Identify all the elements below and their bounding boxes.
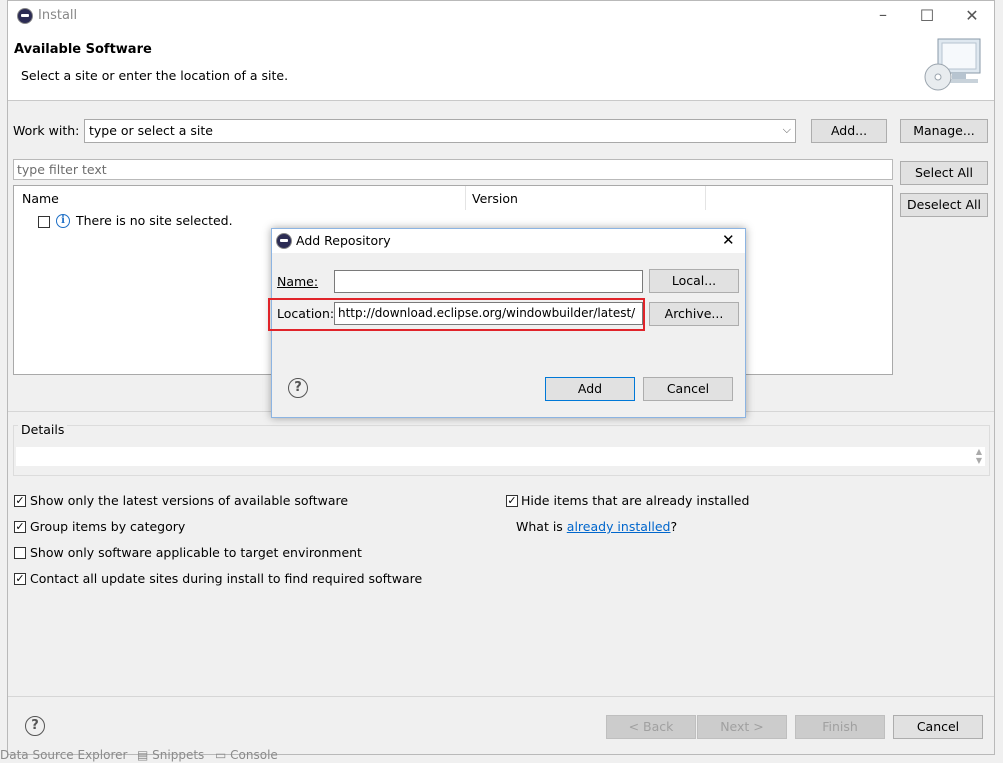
latest-versions-label: Show only the latest versions of availab…: [30, 493, 349, 508]
contact-sites-label: Contact all update sites during install …: [30, 571, 423, 586]
what-is-prefix: What is: [516, 519, 567, 534]
background-tab-data-source[interactable]: Data Source Explorer: [0, 748, 127, 762]
select-all-button[interactable]: Select All: [900, 161, 988, 185]
filter-input[interactable]: type filter text: [13, 159, 893, 180]
add-repository-dialog: Add Repository ✕ Name: Local... Location…: [268, 228, 746, 418]
work-with-label: Work with:: [13, 123, 80, 138]
column-header-name[interactable]: Name: [22, 191, 59, 206]
target-env-checkbox[interactable]: [14, 547, 26, 559]
what-is-suffix: ?: [670, 519, 678, 534]
dialog-close-icon[interactable]: ✕: [722, 231, 735, 249]
info-icon: i: [56, 214, 70, 228]
group-by-category-checkbox[interactable]: ✓: [14, 521, 26, 533]
eclipse-icon: [276, 233, 292, 249]
column-header-version[interactable]: Version: [472, 191, 518, 206]
back-button[interactable]: < Back: [606, 715, 696, 739]
hide-installed-checkbox[interactable]: ✓: [506, 495, 518, 507]
add-button[interactable]: Add: [545, 377, 635, 401]
details-text-area[interactable]: ▲ ▼: [16, 447, 985, 466]
dialog-title: Add Repository: [296, 233, 391, 248]
name-input[interactable]: [334, 270, 643, 293]
filter-placeholder: type filter text: [17, 162, 107, 177]
scroll-arrows-icon[interactable]: ▲ ▼: [976, 447, 982, 465]
work-with-value: type or select a site: [89, 123, 213, 138]
dialog-cancel-button[interactable]: Cancel: [643, 377, 733, 401]
chevron-down-icon[interactable]: ⌵: [783, 123, 791, 137]
finish-button[interactable]: Finish: [795, 715, 885, 739]
hide-installed-label: Hide items that are already installed: [521, 493, 750, 508]
details-label: Details: [18, 422, 68, 437]
latest-versions-checkbox[interactable]: ✓: [14, 495, 26, 507]
help-icon[interactable]: ?: [25, 716, 45, 736]
deselect-all-button[interactable]: Deselect All: [900, 193, 988, 217]
work-with-combo[interactable]: type or select a site ⌵: [84, 119, 796, 143]
archive-button[interactable]: Archive...: [649, 302, 739, 326]
next-button[interactable]: Next >: [697, 715, 787, 739]
local-button[interactable]: Local...: [649, 269, 739, 293]
target-env-label: Show only software applicable to target …: [30, 545, 362, 560]
dialog-title-bar: Add Repository ✕: [272, 229, 745, 253]
eclipse-icon: [17, 8, 33, 24]
add-site-button[interactable]: Add...: [811, 119, 887, 143]
minimize-button[interactable]: –: [868, 5, 898, 24]
column-divider: [465, 186, 466, 210]
location-value: http://download.eclipse.org/windowbuilde…: [338, 306, 636, 320]
background-tab-snippets[interactable]: ▤ Snippets: [137, 748, 204, 762]
close-button[interactable]: ✕: [957, 6, 987, 25]
window-title: Install: [38, 8, 78, 23]
wizard-header: Available Software Select a site or ente…: [8, 31, 994, 101]
page-title: Available Software: [14, 42, 152, 57]
manage-sites-button[interactable]: Manage...: [900, 119, 988, 143]
help-icon[interactable]: ?: [288, 378, 308, 398]
what-is-installed-text: What is already installed?: [516, 519, 677, 534]
location-label: Location:: [277, 306, 335, 321]
cancel-button[interactable]: Cancel: [893, 715, 983, 739]
name-label: Name:: [277, 274, 319, 289]
snippets-label: Snippets: [152, 748, 205, 762]
page-subtitle: Select a site or enter the location of a…: [21, 68, 289, 83]
group-by-category-label: Group items by category: [30, 519, 186, 534]
title-bar: Install – ☐ ✕: [8, 1, 994, 31]
console-label: Console: [230, 748, 278, 762]
table-row-label: There is no site selected.: [76, 213, 233, 228]
maximize-button[interactable]: ☐: [912, 6, 942, 25]
install-monitor-icon: [924, 38, 981, 91]
divider: [8, 696, 994, 697]
contact-sites-checkbox[interactable]: ✓: [14, 573, 26, 585]
already-installed-link[interactable]: already installed: [567, 519, 671, 534]
row-checkbox[interactable]: [38, 216, 50, 228]
background-tab-console[interactable]: ▭ Console: [215, 748, 278, 762]
column-divider: [705, 186, 706, 210]
location-input[interactable]: http://download.eclipse.org/windowbuilde…: [334, 302, 643, 325]
